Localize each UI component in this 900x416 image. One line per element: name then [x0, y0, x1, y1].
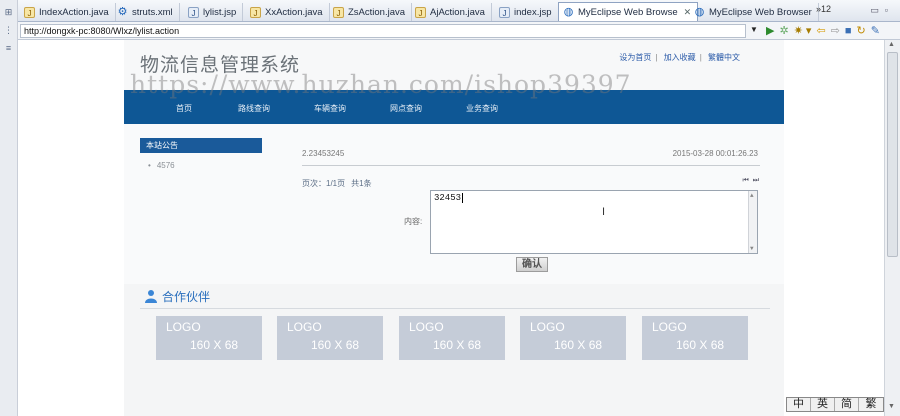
globe-icon: ◍ [563, 6, 574, 18]
main-content: 本站公告 • 4576 2.23453245 2015-03-28 00:01:2… [124, 124, 784, 284]
nav-home[interactable]: 首页 [176, 103, 192, 114]
forward-icon[interactable]: ⇨ [831, 25, 843, 37]
traditional-chinese-link[interactable]: 繁體中文 [708, 53, 740, 62]
tab-overflow-button[interactable]: »12 [816, 4, 831, 14]
nav-branch-query[interactable]: 网点查询 [390, 103, 422, 114]
eclipse-window: ⊞ ⋮ ≡ J IndexAction.java ⚙ struts.xml J … [0, 0, 900, 416]
partners-title: 合作伙伴 [144, 288, 210, 305]
partner-logo[interactable]: LOGO 160 X 68 [399, 316, 505, 360]
java-file-icon: J [24, 7, 35, 18]
window-controls[interactable]: ▭▫ [870, 5, 894, 16]
tab-zsaction[interactable]: J ZsAction.java [329, 3, 413, 21]
url-input[interactable]: http://dongxk-pc:8080/Wlxz/lylist.action [20, 24, 746, 38]
text-cursor-icon: I [602, 206, 606, 218]
browser-address-bar: http://dongxk-pc:8080/Wlxz/lylist.action… [18, 22, 900, 40]
gear-icon: ⚙ [117, 6, 128, 18]
nav-route-query[interactable]: 路线查询 [238, 103, 270, 114]
person-icon [145, 290, 157, 303]
top-links: 设为首页 | 加入收藏 | 繁體中文 [619, 53, 740, 62]
java-file-icon: J [333, 7, 344, 18]
hierarchy-icon[interactable]: ⋮ [3, 24, 15, 36]
nav-vehicle-query[interactable]: 车辆查询 [314, 103, 346, 114]
textarea-scrollbar[interactable]: ▲ ▼ [748, 191, 757, 253]
add-favorite-link[interactable]: 加入收藏 [664, 53, 696, 62]
record-count: 共1条 [351, 179, 372, 188]
ime-simplified[interactable]: 简 [835, 398, 859, 411]
tab-ajaction[interactable]: J AjAction.java [411, 3, 492, 21]
page-indicator: 页次：1/1页 [302, 179, 346, 188]
nav-business-query[interactable]: 业务查询 [466, 103, 498, 114]
partner-logo[interactable]: LOGO 160 X 68 [642, 316, 748, 360]
pager-nav-buttons[interactable]: ⏮ ⏭ [742, 177, 760, 185]
editor-tab-bar: J IndexAction.java ⚙ struts.xml J lylist… [18, 0, 900, 22]
jsp-file-icon: J [188, 7, 199, 18]
java-file-icon: J [250, 7, 261, 18]
tab-indexaction[interactable]: J IndexAction.java [20, 3, 116, 21]
confirm-button[interactable]: 确认 [516, 257, 548, 272]
scroll-up-icon[interactable]: ▲ [888, 41, 895, 48]
tab-struts-xml[interactable]: ⚙ struts.xml [113, 3, 180, 21]
post-title: 2.23453245 [302, 149, 345, 158]
partner-logo[interactable]: LOGO 160 X 68 [156, 316, 262, 360]
ime-english[interactable]: 英 [811, 398, 835, 411]
back-icon[interactable]: ⇦ [816, 25, 828, 37]
web-page: 物流信息管理系统 设为首页 | 加入收藏 | 繁體中文 首页 路线查询 车辆查询 网… [124, 40, 784, 416]
edit-icon[interactable]: ✎ [871, 25, 883, 37]
chevron-down-icon[interactable]: ▼ [750, 25, 758, 34]
divider [302, 165, 760, 166]
java-file-icon: J [415, 7, 426, 18]
pager: 页次：1/1页 共1条 [302, 178, 378, 189]
set-homepage-link[interactable]: 设为首页 [619, 53, 651, 62]
outline-icon[interactable]: ≡ [3, 42, 15, 54]
post-date: 2015-03-28 00:01:26.23 [672, 149, 758, 158]
package-explorer-icon[interactable]: ⊞ [3, 6, 15, 18]
ime-toolbar: 中 英 简 繁 [786, 397, 884, 412]
tab-lylist-jsp[interactable]: J lylist.jsp [184, 3, 244, 21]
tab-xxaction[interactable]: J XxAction.java [246, 3, 330, 21]
partner-logo[interactable]: LOGO 160 X 68 [520, 316, 626, 360]
divider [140, 308, 770, 309]
tab-web-browser[interactable]: ◍ MyEclipse Web Browser [690, 3, 819, 21]
ime-chinese[interactable]: 中 [787, 398, 811, 411]
debug-icon[interactable]: ✲ [779, 25, 791, 37]
announcement-item[interactable]: • 4576 [148, 161, 175, 170]
watermark-text: https://www.huzhan.com/ishop39397 [130, 70, 632, 99]
browser-viewport: 物流信息管理系统 设为首页 | 加入收藏 | 繁體中文 首页 路线查询 车辆查询 网… [18, 40, 884, 416]
jsp-file-icon: J [499, 7, 510, 18]
globe-icon: ◍ [694, 6, 705, 18]
scroll-down-icon[interactable]: ▼ [888, 403, 895, 410]
left-toolbar-strip: ⊞ ⋮ ≡ [0, 0, 18, 416]
refresh-icon[interactable]: ↻ [857, 25, 869, 37]
announcement-header: 本站公告 [140, 138, 262, 153]
settings-icon[interactable]: ✷▾ [794, 25, 815, 37]
tab-index-jsp[interactable]: J index.jsp [495, 3, 559, 21]
browser-toolbar: ▶ ✲ ✷▾ ⇦ ⇨ ■ ↻ ✎ [766, 24, 885, 37]
content-label: 内容: [404, 217, 423, 226]
scrollbar-thumb[interactable] [887, 52, 898, 257]
tab-web-browser-active[interactable]: ◍ MyEclipse Web Browse ✕ [558, 2, 699, 21]
content-textarea[interactable]: 32453 ▲ ▼ [430, 190, 758, 254]
partner-logo[interactable]: LOGO 160 X 68 [277, 316, 383, 360]
viewport-scrollbar[interactable]: ▲ ▼ [884, 40, 900, 416]
stop-icon[interactable]: ■ [845, 25, 855, 37]
ime-traditional[interactable]: 繁 [859, 398, 883, 411]
go-icon[interactable]: ▶ [766, 25, 777, 37]
partners-section: 合作伙伴 LOGO 160 X 68 LOGO 160 X 68 LOGO 160 X… [124, 284, 784, 416]
